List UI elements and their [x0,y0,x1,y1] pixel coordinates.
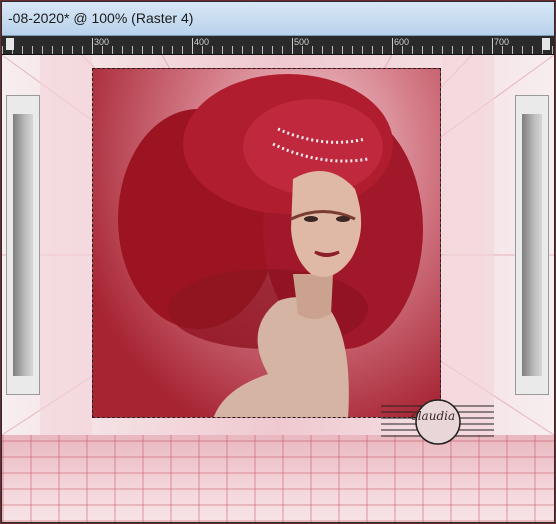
canvas-area[interactable]: claudia [2,55,554,522]
right-side-panel [515,95,549,395]
ruler-major-tick [492,38,493,54]
ruler-major-tick [392,38,393,54]
portrait-illustration [118,74,423,417]
left-side-panel [6,95,40,395]
ruler-major-tick [292,38,293,54]
horizontal-ruler[interactable]: 300 400 500 600 700 [2,36,554,55]
ruler-label-400: 400 [194,37,210,47]
right-side-panel-shade [522,114,542,376]
watermark-logo: claudia [381,398,494,450]
position-marker-icon [542,38,550,50]
ruler-major-tick [92,38,93,54]
window-title: -08-2020* @ 100% (Raster 4) [8,10,194,26]
image-window: -08-2020* @ 100% (Raster 4) 300 400 500 … [0,0,556,524]
position-marker-icon [6,38,14,50]
selected-layer-image[interactable] [92,68,441,418]
left-side-panel-shade [13,114,33,376]
ruler-label-600: 600 [394,37,410,47]
ruler-label-700: 700 [494,37,510,47]
ruler-label-300: 300 [94,37,110,47]
ruler-label-500: 500 [294,37,310,47]
title-bar[interactable]: -08-2020* @ 100% (Raster 4) [2,2,554,36]
ruler-major-tick [192,38,193,54]
ruler-ticks [2,46,554,54]
watermark-text: claudia [411,409,456,423]
